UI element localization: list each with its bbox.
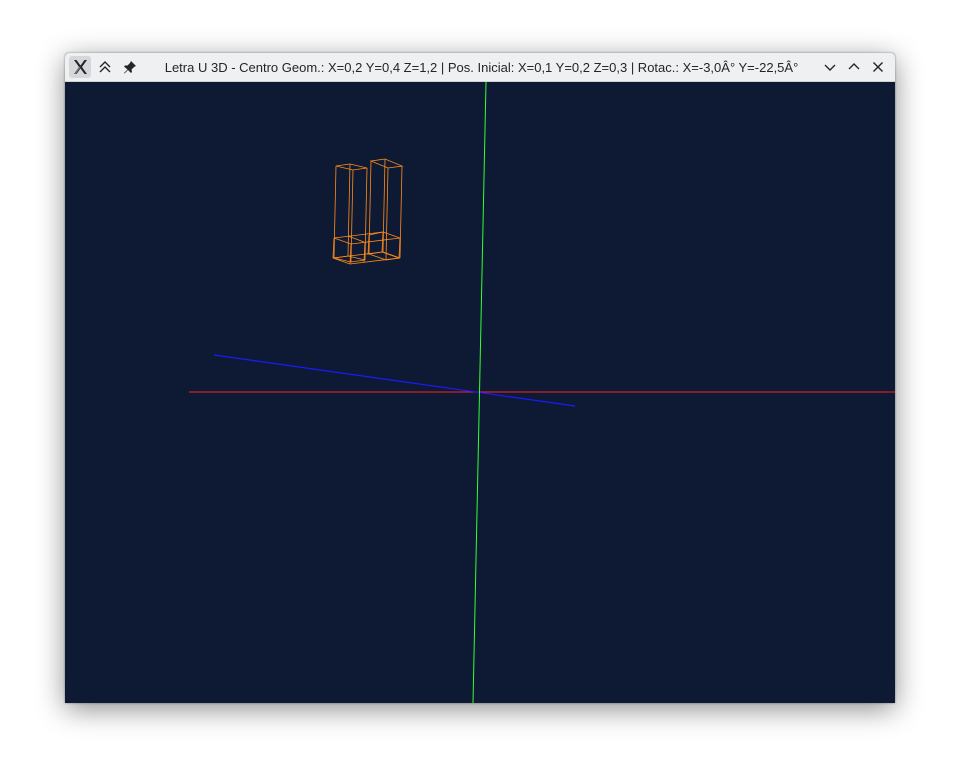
- close-icon: [871, 60, 885, 74]
- close-button[interactable]: [867, 56, 889, 78]
- minimize-button[interactable]: [819, 56, 841, 78]
- app-menu-button[interactable]: [69, 56, 91, 78]
- title-bar[interactable]: Letra U 3D - Centro Geom.: X=0,2 Y=0,4 Z…: [65, 53, 895, 82]
- pin-button[interactable]: [119, 56, 141, 78]
- minimize-icon: [823, 60, 837, 74]
- app-window[interactable]: Letra U 3D - Centro Geom.: X=0,2 Y=0,4 Z…: [65, 53, 895, 703]
- keep-above-icon: [98, 60, 112, 74]
- app-icon: [72, 59, 88, 75]
- z-axis: [213, 354, 576, 407]
- letter-u-wireframe: [332, 158, 404, 265]
- desktop: Letra U 3D - Centro Geom.: X=0,2 Y=0,4 Z…: [0, 0, 960, 780]
- maximize-icon: [847, 60, 861, 74]
- u-bottom-bar: [332, 231, 401, 265]
- keep-above-button[interactable]: [94, 56, 116, 78]
- gl-viewport[interactable]: [65, 82, 895, 703]
- pin-icon: [123, 60, 137, 74]
- u-right-pillar: [368, 158, 404, 261]
- maximize-button[interactable]: [843, 56, 865, 78]
- window-title: Letra U 3D - Centro Geom.: X=0,2 Y=0,4 Z…: [164, 59, 799, 75]
